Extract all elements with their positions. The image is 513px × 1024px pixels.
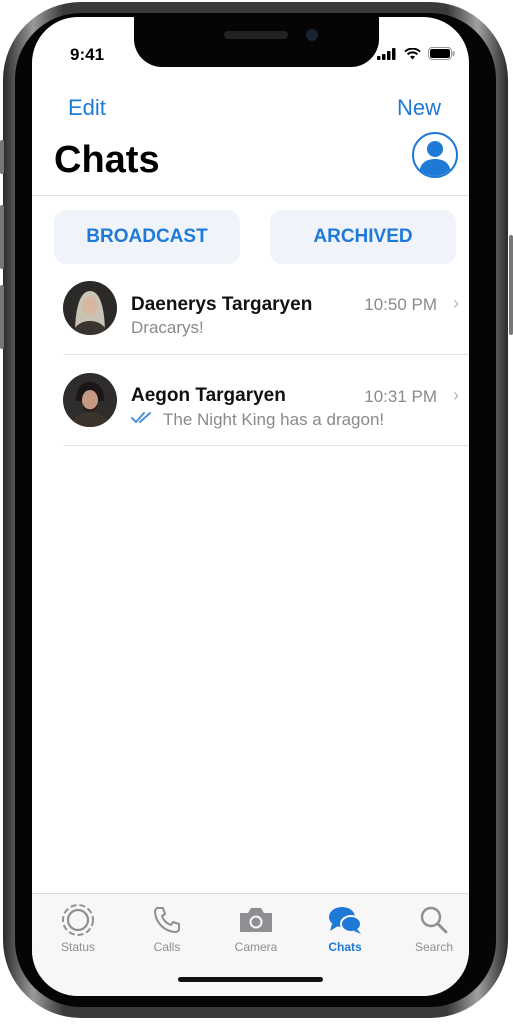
row-divider: [63, 354, 469, 355]
chat-name: Daenerys Targaryen: [131, 294, 313, 315]
chevron-right-icon: ›: [453, 293, 459, 313]
status-time: 9:41: [70, 45, 105, 64]
page-title: Chats: [54, 139, 160, 181]
camera-icon: [240, 908, 272, 932]
screen: 9:41 Edit New Chats BROADCAST ARCHIVED D…: [32, 17, 469, 996]
broadcast-button[interactable]: BROADCAST: [54, 210, 240, 264]
header-divider: [32, 195, 469, 196]
archived-button[interactable]: ARCHIVED: [270, 210, 456, 264]
battery-icon: [428, 47, 455, 60]
edit-button[interactable]: Edit: [68, 95, 106, 121]
avatar: [63, 281, 117, 335]
status-icon: [62, 904, 94, 936]
speaker-grille: [224, 31, 288, 39]
double-check-icon: [131, 412, 151, 424]
volume-up-button: [0, 205, 4, 269]
chat-time: 10:50 PM: [364, 295, 437, 314]
profile-button[interactable]: [412, 132, 458, 178]
chat-row-daenerys[interactable]: Daenerys Targaryen 10:50 PM › Dracarys!: [32, 267, 469, 357]
new-chat-button[interactable]: New: [397, 95, 441, 121]
tab-camera[interactable]: Camera: [221, 902, 291, 954]
tab-chats[interactable]: Chats: [310, 902, 380, 954]
power-button: [509, 235, 513, 335]
row-divider: [63, 445, 469, 446]
tab-status[interactable]: Status: [43, 902, 113, 954]
volume-down-button: [0, 285, 4, 349]
tab-search[interactable]: Search: [399, 902, 469, 954]
wifi-icon: [404, 47, 421, 59]
chat-message: Dracarys!: [131, 318, 204, 337]
tab-label: Camera: [234, 940, 278, 954]
search-icon: [420, 906, 448, 934]
chevron-right-icon: ›: [453, 385, 459, 405]
avatar: [63, 373, 117, 427]
signal-icon: [377, 47, 396, 60]
front-camera: [306, 29, 318, 41]
phone-icon: [154, 907, 180, 933]
chat-message: The Night King has a dragon!: [163, 410, 385, 429]
mute-switch: [0, 140, 4, 174]
avatar-image: [63, 373, 117, 427]
tab-label: Status: [60, 940, 96, 954]
chat-name: Aegon Targaryen: [131, 385, 286, 406]
avatar-image: [63, 281, 117, 335]
tab-label: Calls: [153, 940, 181, 954]
chat-row-aegon[interactable]: Aegon Targaryen 10:31 PM › The Night Kin…: [32, 357, 469, 447]
chat-bubbles-icon: [329, 907, 362, 934]
status-icons: [377, 47, 455, 60]
person-circle-icon: [419, 141, 451, 176]
tab-label: Chats: [328, 940, 362, 954]
tab-label: Search: [414, 940, 454, 954]
chat-time: 10:31 PM: [364, 387, 437, 406]
tab-calls[interactable]: Calls: [132, 902, 202, 954]
notch: [134, 17, 379, 67]
home-indicator[interactable]: [178, 977, 323, 982]
